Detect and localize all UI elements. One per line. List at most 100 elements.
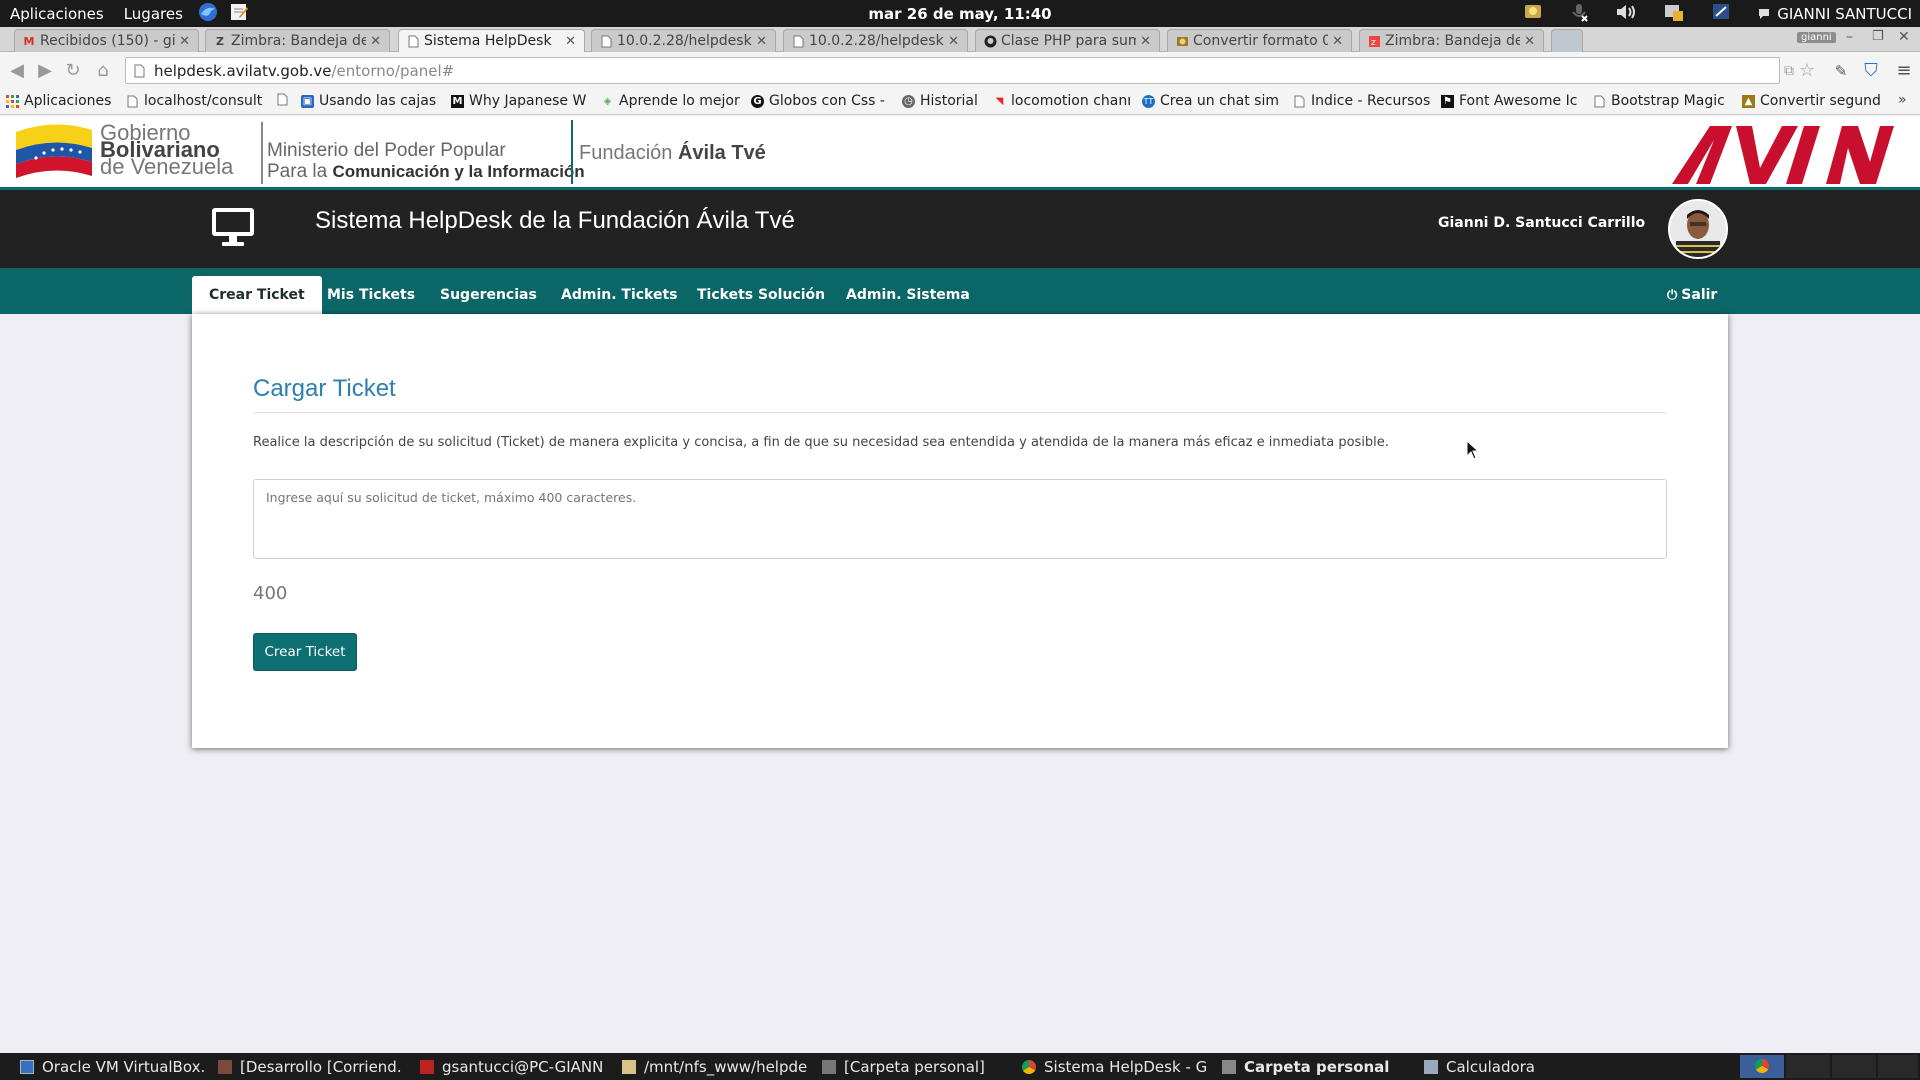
- close-icon[interactable]: ✕: [370, 34, 381, 49]
- taskbar-label: Calculadora: [1446, 1057, 1536, 1076]
- bookmark-item[interactable]: ◷ Historial: [902, 93, 992, 109]
- reload-icon[interactable]: ↻: [62, 60, 84, 82]
- bookmark-item[interactable]: G Globos con Css -: [751, 93, 889, 109]
- char-counter: 400: [253, 583, 288, 604]
- bookmark-item[interactable]: ◈ Aprende lo mejor: [601, 93, 741, 109]
- close-icon[interactable]: ✕: [1332, 34, 1343, 49]
- close-window-icon[interactable]: ✕: [1898, 29, 1910, 45]
- network-icon[interactable]: [1663, 2, 1685, 26]
- places-menu[interactable]: Lugares: [114, 5, 193, 23]
- logout-link[interactable]: ⏻ Salir: [1650, 276, 1734, 314]
- close-icon[interactable]: ✕: [756, 34, 767, 49]
- session-user-name[interactable]: GIANNI SANTUCCI: [1777, 5, 1912, 23]
- address-bar[interactable]: helpdesk.avilatv.gob.ve/entorno/panel#: [125, 57, 1780, 84]
- ticket-description-textarea[interactable]: [253, 479, 1667, 559]
- applications-menu[interactable]: Aplicaciones: [0, 5, 114, 23]
- tab-admin-sistema[interactable]: Admin. Sistema: [829, 276, 987, 314]
- browser-tab[interactable]: M Recibidos (150) - gi ✕: [14, 29, 199, 52]
- desktop-computer-icon: [212, 208, 254, 246]
- close-icon[interactable]: ✕: [179, 34, 190, 49]
- volume-icon[interactable]: [1615, 3, 1637, 25]
- taskbar-item[interactable]: /mnt/nfs_www/helpde...: [622, 1053, 807, 1080]
- zimbra-icon: Z: [216, 34, 224, 48]
- site-icon: [1176, 35, 1188, 48]
- user-chat-icon[interactable]: GIANNI SANTUCCI: [1757, 5, 1912, 23]
- bookmark-apps[interactable]: Aplicaciones: [6, 93, 111, 109]
- page-icon: [1293, 95, 1306, 108]
- avatar[interactable]: [1668, 199, 1728, 259]
- taskbar-label: /mnt/nfs_www/helpde...: [644, 1057, 807, 1076]
- tab-crear-ticket[interactable]: Crear Ticket: [192, 276, 322, 314]
- taskbar-item[interactable]: Calculadora: [1424, 1053, 1609, 1080]
- weather-icon[interactable]: [1523, 3, 1543, 25]
- current-user-name[interactable]: Gianni D. Santucci Carrillo: [1438, 215, 1645, 231]
- bookmark-item[interactable]: ▲ Convertir segund: [1742, 93, 1880, 109]
- bookmark-item[interactable]: Bootstrap Magic: [1593, 93, 1725, 109]
- bookmark-item[interactable]: localhost/consult: [126, 93, 264, 109]
- tab-title: Clase PHP para sum: [1001, 33, 1137, 49]
- back-icon[interactable]: ◀: [6, 60, 28, 82]
- foundation-label-a: Fundación: [579, 142, 678, 164]
- forward-icon[interactable]: ▶: [34, 60, 56, 82]
- more-bookmarks-icon[interactable]: »: [1898, 92, 1907, 108]
- tab-title: 10.0.2.28/helpdesk: [617, 33, 752, 49]
- create-ticket-button[interactable]: Crear Ticket: [253, 633, 357, 671]
- clock[interactable]: mar 26 de may, 11:40: [868, 5, 1051, 23]
- bookmark-item[interactable]: ◥ locomotion chann: [993, 93, 1130, 109]
- browser-tab[interactable]: Clase PHP para sum ✕: [975, 29, 1160, 52]
- bookmark-item[interactable]: ▣ Usando las cajas f: [301, 93, 439, 109]
- taskbar-item[interactable]: [Carpeta personal]: [822, 1053, 1007, 1080]
- browser-tab-strip: M Recibidos (150) - gi ✕ Z Zimbra: Bande…: [0, 27, 1920, 52]
- bookmark-item[interactable]: TT Crea un chat simil: [1142, 93, 1280, 109]
- browser-tab-active[interactable]: Sistema HelpDesk ✕: [398, 29, 585, 52]
- tab-admin-tickets[interactable]: Admin. Tickets: [544, 276, 695, 314]
- menu-icon[interactable]: ≡: [1893, 60, 1915, 82]
- profile-badge[interactable]: gianni: [1797, 32, 1836, 43]
- minimize-icon[interactable]: –: [1846, 29, 1853, 45]
- browser-tab[interactable]: Convertir formato 0 ✕: [1167, 29, 1352, 52]
- site-icon: ▲: [1742, 94, 1755, 108]
- taskbar-item[interactable]: Oracle VM VirtualBox...: [20, 1053, 205, 1080]
- restore-icon[interactable]: ❐: [1872, 29, 1884, 44]
- calculator-icon: [1424, 1059, 1438, 1074]
- browser-tab[interactable]: z Zimbra: Bandeja de e ✕: [1359, 29, 1544, 52]
- workspace-switcher[interactable]: [1832, 1055, 1876, 1078]
- bookmark-item[interactable]: M Why Japanese W: [451, 93, 591, 109]
- bookmark-item[interactable]: Indice - Recursos: [1293, 93, 1430, 109]
- home-icon[interactable]: ⌂: [92, 60, 114, 82]
- browser-tab[interactable]: Z Zimbra: Bandeja de e ✕: [205, 29, 390, 52]
- tab-title: Recibidos (150) - gi: [40, 33, 176, 49]
- clock-icon: ◷: [902, 94, 915, 108]
- close-icon[interactable]: ✕: [948, 34, 959, 49]
- shield-extension-icon[interactable]: ⛉: [1860, 60, 1882, 82]
- new-tab-button[interactable]: [1551, 29, 1583, 52]
- taskbar-item-active[interactable]: Carpeta personal: [1222, 1053, 1407, 1080]
- taskbar-item[interactable]: Sistema HelpDesk - G...: [1022, 1053, 1207, 1080]
- firefox-launcher-icon[interactable]: [197, 1, 219, 27]
- browser-tab[interactable]: 10.0.2.28/helpdesk ✕: [783, 29, 968, 52]
- updates-icon[interactable]: [1711, 2, 1731, 26]
- github-icon: [984, 35, 997, 48]
- ministry-line1: Ministerio del Poder Popular: [267, 140, 506, 161]
- text-editor-launcher-icon[interactable]: [229, 2, 249, 26]
- workspace-switcher[interactable]: [1786, 1055, 1830, 1078]
- tab-sugerencias[interactable]: Sugerencias: [423, 276, 554, 314]
- close-icon[interactable]: ✕: [1140, 34, 1151, 49]
- close-icon[interactable]: ✕: [565, 34, 576, 49]
- close-icon[interactable]: ✕: [1524, 34, 1535, 49]
- tab-tickets-solucion[interactable]: Tickets Solución: [680, 276, 842, 314]
- bookmark-item[interactable]: ⚑ Font Awesome Ic: [1441, 93, 1578, 109]
- workspace-switcher[interactable]: [1878, 1055, 1918, 1078]
- bookmark-item[interactable]: [276, 93, 292, 106]
- taskbar-item[interactable]: gsantucci@PC-GIANN...: [420, 1053, 605, 1080]
- eyedropper-extension-icon[interactable]: ✎: [1830, 60, 1852, 82]
- venezuela-flag-logo: [16, 124, 92, 178]
- app-title: Sistema HelpDesk de la Fundación Ávila T…: [315, 207, 795, 234]
- taskbar-item[interactable]: [Desarrollo [Corriend...: [218, 1053, 403, 1080]
- bookmark-label: localhost/consult: [144, 93, 263, 109]
- browser-tab[interactable]: 10.0.2.28/helpdesk ✕: [591, 29, 776, 52]
- tab-mis-tickets[interactable]: Mis Tickets: [310, 276, 432, 314]
- star-icon[interactable]: ☆: [1796, 60, 1818, 82]
- workspace-switcher-active[interactable]: [1740, 1055, 1784, 1078]
- microphone-muted-icon[interactable]: [1569, 2, 1589, 26]
